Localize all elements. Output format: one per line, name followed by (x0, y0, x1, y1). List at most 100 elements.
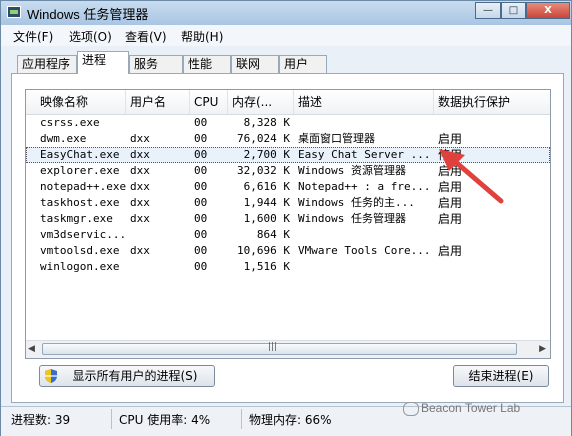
cell-mem: 8,328 K (243, 116, 290, 129)
table-row[interactable]: vm3dservic... 00 864 K (26, 227, 550, 243)
cell-cpu: 00 (194, 116, 208, 129)
cell-user: dxx (130, 196, 150, 209)
cell-desc: Windows 任务的主... (298, 196, 415, 209)
cell-desc: 桌面窗口管理器 (298, 132, 375, 145)
column-dep[interactable]: 数据执行保护 (434, 90, 550, 114)
cell-mem: 10,696 K (237, 244, 290, 257)
cell-cpu: 00 (194, 244, 208, 257)
tab-processes[interactable]: 进程 (77, 51, 129, 74)
process-list[interactable]: ^ 映像名称 用户名 CPU 内存(... 描述 数据执行保护 csrss.exe… (25, 89, 551, 359)
tab-strip: 应用程序 进程 服务 性能 联网 用户 (1, 49, 571, 74)
table-row[interactable]: csrss.exe 00 8,328 K (26, 115, 550, 131)
menu-file[interactable]: 文件(F) (13, 28, 53, 45)
cell-mem: 2,700 K (243, 148, 290, 161)
cell-user (130, 259, 188, 275)
status-divider (241, 409, 242, 429)
horizontal-scrollbar[interactable]: ◀ ||| ▶ (26, 340, 550, 358)
cell-desc: Notepad++ : a fre... (298, 180, 431, 193)
list-header: ^ 映像名称 用户名 CPU 内存(... 描述 数据执行保护 (26, 90, 550, 115)
watermark-text: Beacon Tower Lab (421, 401, 521, 415)
cell-user: dxx (130, 212, 150, 225)
cell-user: dxx (130, 244, 150, 257)
cell-name: dwm.exe (40, 132, 87, 145)
title-bar[interactable]: Windows 任务管理器 — □ X (1, 1, 571, 25)
cell-dep (438, 259, 538, 275)
cell-name: csrss.exe (40, 116, 100, 129)
tab-users[interactable]: 用户 (279, 55, 327, 73)
cell-name: notepad++.exe (40, 180, 126, 193)
cell-desc: Windows 资源管理器 (298, 164, 406, 177)
show-all-processes-button[interactable]: 显示所有用户的进程(S) (39, 365, 215, 387)
cell-name: taskmgr.exe (40, 212, 113, 225)
cell-user: dxx (130, 148, 150, 161)
cell-user (130, 227, 188, 243)
cell-mem: 864 K (256, 228, 290, 241)
annotation-arrow (439, 149, 504, 204)
cell-dep (438, 227, 538, 243)
uac-shield-icon (45, 369, 57, 383)
scroll-right-icon[interactable]: ▶ (539, 344, 546, 354)
cell-cpu: 00 (194, 132, 208, 145)
cell-dep (438, 115, 538, 131)
column-image-name[interactable]: ^ 映像名称 (36, 90, 126, 114)
scroll-thumb[interactable]: ||| (42, 342, 517, 355)
cell-mem: 76,024 K (237, 132, 290, 145)
cell-cpu: 00 (194, 260, 208, 273)
task-manager-window: Windows 任务管理器 — □ X 文件(F) 选项(O) 查看(V) 帮助… (0, 0, 572, 436)
column-cpu[interactable]: CPU (190, 90, 228, 114)
cell-name: winlogon.exe (40, 260, 120, 273)
cell-dep: 启用 (438, 212, 463, 226)
column-description[interactable]: 描述 (294, 90, 434, 114)
cell-user: dxx (130, 132, 150, 145)
cell-name: vm3dservic... (40, 228, 126, 241)
cell-user: dxx (130, 180, 150, 193)
window-title: Windows 任务管理器 (27, 7, 149, 22)
status-process-count: 进程数: 39 (11, 413, 71, 427)
cell-user: dxx (130, 164, 150, 177)
cell-cpu: 00 (194, 164, 208, 177)
cell-cpu: 00 (194, 228, 208, 241)
close-button[interactable]: X (526, 2, 570, 19)
tab-services[interactable]: 服务 (129, 55, 183, 73)
table-row[interactable]: taskmgr.exe dxx 00 1,600 K Windows 任务管理器 启用 (26, 211, 550, 227)
cell-desc: Windows 任务管理器 (298, 212, 406, 225)
menu-bar: 文件(F) 选项(O) 查看(V) 帮助(H) (1, 25, 571, 46)
maximize-button[interactable]: □ (501, 2, 526, 19)
task-manager-icon (7, 6, 21, 18)
status-cpu-usage: CPU 使用率: 4% (119, 413, 211, 427)
end-process-button[interactable]: 结束进程(E) (453, 365, 549, 387)
cell-desc (298, 115, 432, 131)
cell-mem: 6,616 K (243, 180, 290, 193)
status-physical-memory: 物理内存: 66% (249, 413, 332, 427)
cell-mem: 32,032 K (237, 164, 290, 177)
sort-indicator-icon: ^ (78, 94, 85, 103)
table-row[interactable]: vmtoolsd.exe dxx 00 10,696 K VMware Tools Co… (26, 243, 550, 259)
column-user-name[interactable]: 用户名 (126, 90, 190, 114)
column-memory[interactable]: 内存(... (228, 90, 294, 114)
cell-desc (298, 227, 432, 243)
table-row[interactable]: winlogon.exe 00 1,516 K (26, 259, 550, 275)
wechat-icon (403, 402, 419, 416)
cell-name: EasyChat.exe (40, 148, 120, 161)
cell-cpu: 00 (194, 212, 208, 225)
menu-help[interactable]: 帮助(H) (181, 28, 223, 45)
minimize-button[interactable]: — (475, 2, 501, 19)
tab-performance[interactable]: 性能 (183, 55, 231, 73)
cell-name: taskhost.exe (40, 196, 120, 209)
show-all-processes-label: 显示所有用户的进程(S) (72, 369, 198, 383)
grip-icon: ||| (268, 342, 278, 352)
cell-desc: Easy Chat Server ... (298, 148, 431, 161)
cell-cpu: 00 (194, 196, 208, 209)
status-divider (111, 409, 112, 429)
cell-dep: 启用 (438, 244, 463, 258)
cell-desc: VMware Tools Core... (298, 244, 431, 257)
menu-options[interactable]: 选项(O) (69, 28, 112, 45)
tab-networking[interactable]: 联网 (231, 55, 279, 73)
menu-view[interactable]: 查看(V) (125, 28, 167, 45)
cell-name: explorer.exe (40, 164, 120, 177)
cell-user (130, 115, 188, 131)
scroll-left-icon[interactable]: ◀ (28, 344, 35, 354)
cell-mem: 1,516 K (243, 260, 290, 273)
cell-desc (298, 259, 432, 275)
tab-applications[interactable]: 应用程序 (17, 55, 77, 73)
